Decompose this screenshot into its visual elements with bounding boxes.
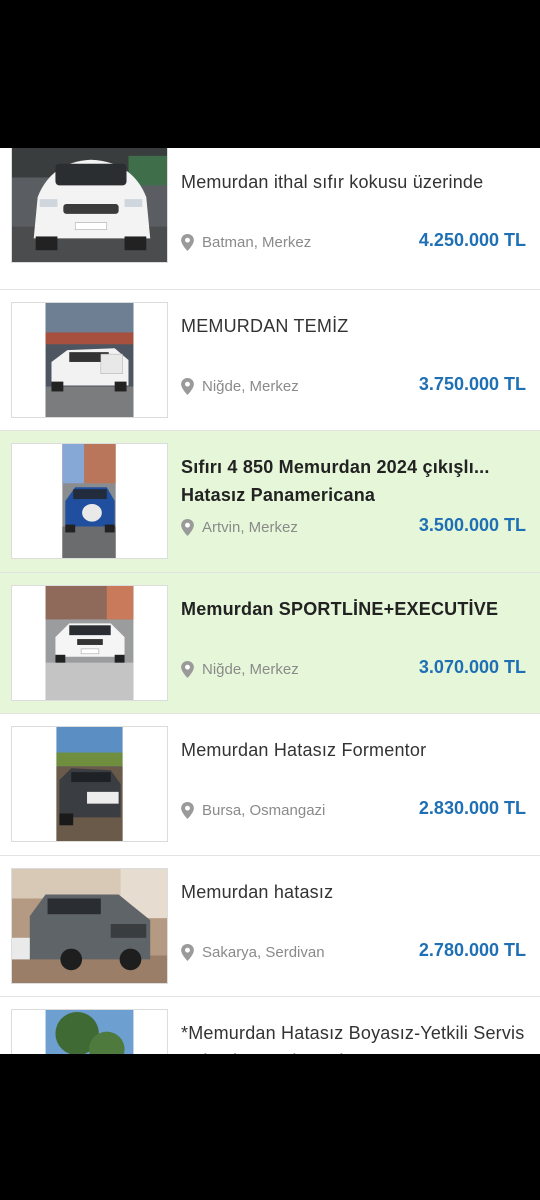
- listing-photo[interactable]: [11, 1009, 168, 1054]
- listing-location: Bursa, Osmangazi: [181, 802, 325, 819]
- listing-photo[interactable]: [11, 443, 168, 559]
- location-pin-icon: [181, 802, 194, 819]
- listing-price: 2.830.000 TL: [418, 798, 526, 818]
- location-text: Niğde, Merkez: [202, 660, 299, 678]
- listing-price: 3.750.000 TL: [418, 373, 526, 394]
- listing-title[interactable]: MEMURDAN TEMİZ: [181, 312, 531, 340]
- listing-price: 2.780.000 TL: [418, 939, 526, 960]
- listing-item[interactable]: MEMURDAN TEMİZ Niğde, Merkez 3.750.000 T…: [0, 289, 540, 431]
- location-pin-icon: [181, 943, 194, 961]
- dark-crossover-photo-icon: [12, 727, 167, 841]
- location-text: Niğde, Merkez: [202, 377, 299, 395]
- listing-title[interactable]: Memurdan hatasız: [181, 878, 531, 906]
- listing-item-highlighted[interactable]: Memurdan SPORTLİNE+EXECUTİVE Niğde, Merk…: [0, 572, 540, 714]
- location-text: Batman, Merkez: [202, 234, 312, 251]
- grey-suv-photo-icon: [12, 868, 167, 983]
- location-pin-icon: [181, 377, 194, 395]
- location-pin-icon: [181, 234, 194, 251]
- listing-item[interactable]: *Memurdan Hatasız Boyasız-Yetkili Servis…: [0, 997, 540, 1054]
- listing-price: 3.500.000 TL: [418, 515, 526, 535]
- listing-photo[interactable]: [11, 584, 168, 701]
- location-pin-icon: [181, 660, 194, 678]
- listing-title[interactable]: *Memurdan Hatasız Boyasız-Yetkili Servis…: [181, 1019, 531, 1054]
- listing-photo[interactable]: [11, 148, 168, 263]
- listing-location: Sakarya, Serdivan: [181, 943, 325, 961]
- listing-location: Niğde, Merkez: [181, 377, 299, 395]
- listing-item[interactable]: Memurdan Hatasız Formentor Bursa, Osmang…: [0, 714, 540, 856]
- listing-photo[interactable]: [11, 301, 168, 418]
- location-text: Bursa, Osmangazi: [202, 802, 326, 819]
- white-sedan-photo-icon: [12, 585, 167, 700]
- listing-photo[interactable]: [11, 867, 168, 984]
- listing-title[interactable]: Memurdan Hatasız Formentor: [181, 736, 531, 764]
- listing-item[interactable]: Memurdan hatasız Sakarya, Serdivan 2.780…: [0, 855, 540, 997]
- listing-list[interactable]: Memurdan ithal sıfır kokusu üzerinde Bat…: [0, 148, 540, 1054]
- listing-item[interactable]: Memurdan ithal sıfır kokusu üzerinde Bat…: [0, 148, 540, 290]
- top-black-bar: [0, 0, 540, 148]
- location-text: Artvin, Merkez: [202, 519, 298, 536]
- white-suv-photo-icon: [12, 148, 167, 262]
- location-pin-icon: [181, 519, 194, 536]
- listing-title[interactable]: Memurdan SPORTLİNE+EXECUTİVE: [181, 595, 531, 623]
- listing-title[interactable]: Memurdan ithal sıfır kokusu üzerinde: [181, 168, 531, 196]
- blue-car-photo-icon: [12, 444, 167, 558]
- listing-price: 4.250.000 TL: [418, 230, 526, 250]
- white-suv-doors-open-photo-icon: [12, 302, 167, 417]
- listing-location: Artvin, Merkez: [181, 519, 298, 536]
- listing-location: Niğde, Merkez: [181, 660, 299, 678]
- listing-price: 3.070.000 TL: [418, 656, 526, 677]
- listing-title[interactable]: Sıfırı 4 850 Memurdan 2024 çıkışlı... Ha…: [181, 453, 531, 509]
- listing-location: Batman, Merkez: [181, 234, 311, 251]
- location-text: Sakarya, Serdivan: [202, 943, 325, 961]
- listing-photo[interactable]: [11, 726, 168, 842]
- tree-car-photo-icon: [12, 1010, 167, 1054]
- bottom-black-bar: [0, 1054, 540, 1200]
- listing-item-highlighted[interactable]: Sıfırı 4 850 Memurdan 2024 çıkışlı... Ha…: [0, 431, 540, 573]
